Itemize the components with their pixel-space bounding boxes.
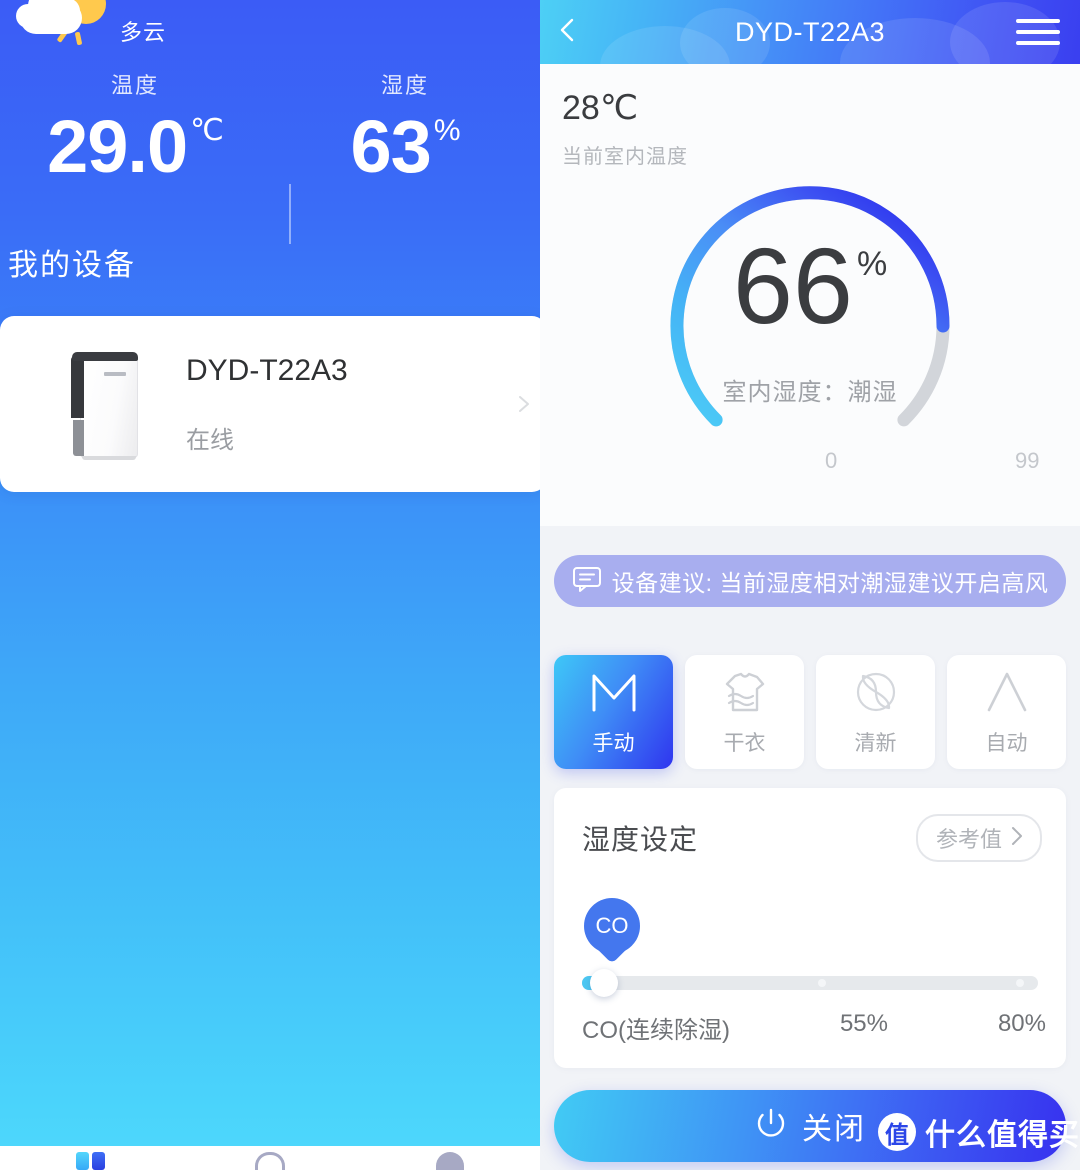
shopping-bag-icon <box>255 1152 285 1170</box>
slider-track[interactable] <box>582 976 1038 990</box>
mode-label: 清新 <box>854 731 897 755</box>
indoor-temperature-caption: 当前室内温度 <box>562 146 688 168</box>
mode-button-fresh[interactable]: 清新 <box>816 655 935 769</box>
slider-scale-labels: CO(连续除湿) 55% 80% <box>582 1010 1046 1045</box>
slider-thumb[interactable] <box>590 969 618 997</box>
slider-label-mid: 55% <box>839 1010 888 1037</box>
device-card[interactable]: DYD-T22A3 在线 <box>0 316 540 492</box>
weather-readings: 温度 29.0 ℃ 湿度 63 % <box>0 68 540 244</box>
app-screenshot: 多云 温度 29.0 ℃ 湿度 63 % 我的设备 DYD-T22A3 在线 D… <box>0 0 1080 1170</box>
reading-temperature: 温度 29.0 ℃ <box>0 68 270 184</box>
chevron-right-icon <box>514 394 534 414</box>
device-name: DYD-T22A3 <box>186 353 348 387</box>
humidity-gauge: 66 % 室内湿度：潮湿 0 99 <box>660 176 1039 476</box>
gauge-value-group: 66 % <box>732 224 888 346</box>
header-title: DYD-T22A3 <box>734 16 886 47</box>
dehumidifier-image <box>60 344 160 464</box>
humidity-setting-title: 湿度设定 <box>582 824 699 855</box>
slider-value-pin: CO <box>584 898 640 964</box>
indoor-temperature-value: 28℃ <box>562 89 639 127</box>
weather-summary: 多云 <box>14 0 166 56</box>
nav-item-devices[interactable] <box>60 1152 120 1170</box>
gauge-unit: % <box>856 244 888 283</box>
manual-m-icon <box>588 668 640 721</box>
mode-label: 自动 <box>985 731 1028 755</box>
reading-label: 湿度 <box>380 73 429 98</box>
mode-label: 干衣 <box>723 731 766 755</box>
power-button-label: 关闭 <box>802 1113 866 1146</box>
page-title: 我的设备 <box>8 249 136 282</box>
home-panel: 多云 温度 29.0 ℃ 湿度 63 % 我的设备 DYD-T22A3 在线 <box>0 0 540 1170</box>
mode-button-manual[interactable]: 手动 <box>554 655 673 769</box>
gauge-scale-max: 99 <box>1015 448 1040 473</box>
slider-tick-mid <box>818 979 826 987</box>
indoor-temperature-block: 28℃ 当前室内温度 <box>540 64 1080 176</box>
humidity-slider[interactable] <box>582 969 1038 997</box>
grid-device-icon <box>75 1152 105 1170</box>
mode-selector: 手动 干衣 清新 自动 <box>554 655 1066 769</box>
reading-value-group: 29.0 ℃ <box>47 105 224 188</box>
slider-tick-max <box>1016 979 1024 987</box>
nav-item-profile[interactable] <box>420 1152 480 1170</box>
reading-value: 29.0 <box>47 105 188 188</box>
slider-label-max: 80% <box>997 1010 1046 1037</box>
mode-button-auto[interactable]: 自动 <box>947 655 1066 769</box>
auto-a-icon <box>981 668 1033 721</box>
partly-cloudy-icon <box>14 0 110 56</box>
weather-label: 多云 <box>120 20 167 45</box>
device-advice-banner[interactable]: 设备建议: 当前湿度相对潮湿建议开启高风 <box>554 555 1066 607</box>
mode-button-dry-clothes[interactable]: 干衣 <box>685 655 804 769</box>
reference-value-label: 参考值 <box>935 827 1002 852</box>
reading-unit: % <box>433 114 461 147</box>
reading-label: 温度 <box>110 73 159 98</box>
watermark-badge: 值 <box>878 1113 916 1151</box>
reading-humidity: 湿度 63 % <box>270 68 540 184</box>
slider-label-min: CO(连续除湿) <box>582 1017 730 1044</box>
reading-unit: ℃ <box>190 114 224 147</box>
humidity-setting-card: 湿度设定 参考值 CO CO(连续除湿) 55% 80% <box>554 788 1066 1068</box>
power-icon <box>754 1107 788 1146</box>
message-tip-icon <box>572 566 602 597</box>
readings-divider <box>289 184 291 244</box>
device-advice-text: 设备建议: 当前湿度相对潮湿建议开启高风 <box>611 570 1049 596</box>
reading-value: 63 <box>350 105 432 188</box>
humidity-setting-header: 湿度设定 参考值 <box>554 788 1066 862</box>
fresh-leaf-icon <box>850 668 902 721</box>
dry-clothes-icon <box>719 668 771 721</box>
app-header: DYD-T22A3 <box>540 0 1080 64</box>
reference-value-button[interactable]: 参考值 <box>915 814 1042 862</box>
nav-item-shop[interactable] <box>240 1152 300 1170</box>
bottom-navigation <box>0 1146 540 1170</box>
slider-pin-label: CO <box>595 913 629 938</box>
humidity-gauge-section: 66 % 室内湿度：潮湿 0 99 <box>540 176 1080 526</box>
profile-avatar-icon <box>436 1152 464 1170</box>
gauge-readout: 66 % 室内湿度：潮湿 <box>660 176 960 476</box>
gauge-caption: 室内湿度：潮湿 <box>722 378 898 406</box>
mode-label: 手动 <box>592 731 635 755</box>
device-meta: DYD-T22A3 在线 <box>186 354 348 455</box>
device-status: 在线 <box>186 426 234 454</box>
hamburger-menu-icon[interactable] <box>1016 19 1060 45</box>
device-detail-panel: DYD-T22A3 28℃ 当前室内温度 66 % 室内湿度：潮湿 0 99 设… <box>540 0 1080 1170</box>
reading-value-group: 63 % <box>350 105 461 188</box>
gauge-scale-min: 0 <box>825 448 838 473</box>
gauge-value: 66 <box>732 224 853 346</box>
watermark-text: 什么值得买 <box>925 1119 1080 1152</box>
site-watermark: 值 什么值得买 <box>878 1110 1080 1154</box>
chevron-right-icon <box>1008 825 1026 852</box>
